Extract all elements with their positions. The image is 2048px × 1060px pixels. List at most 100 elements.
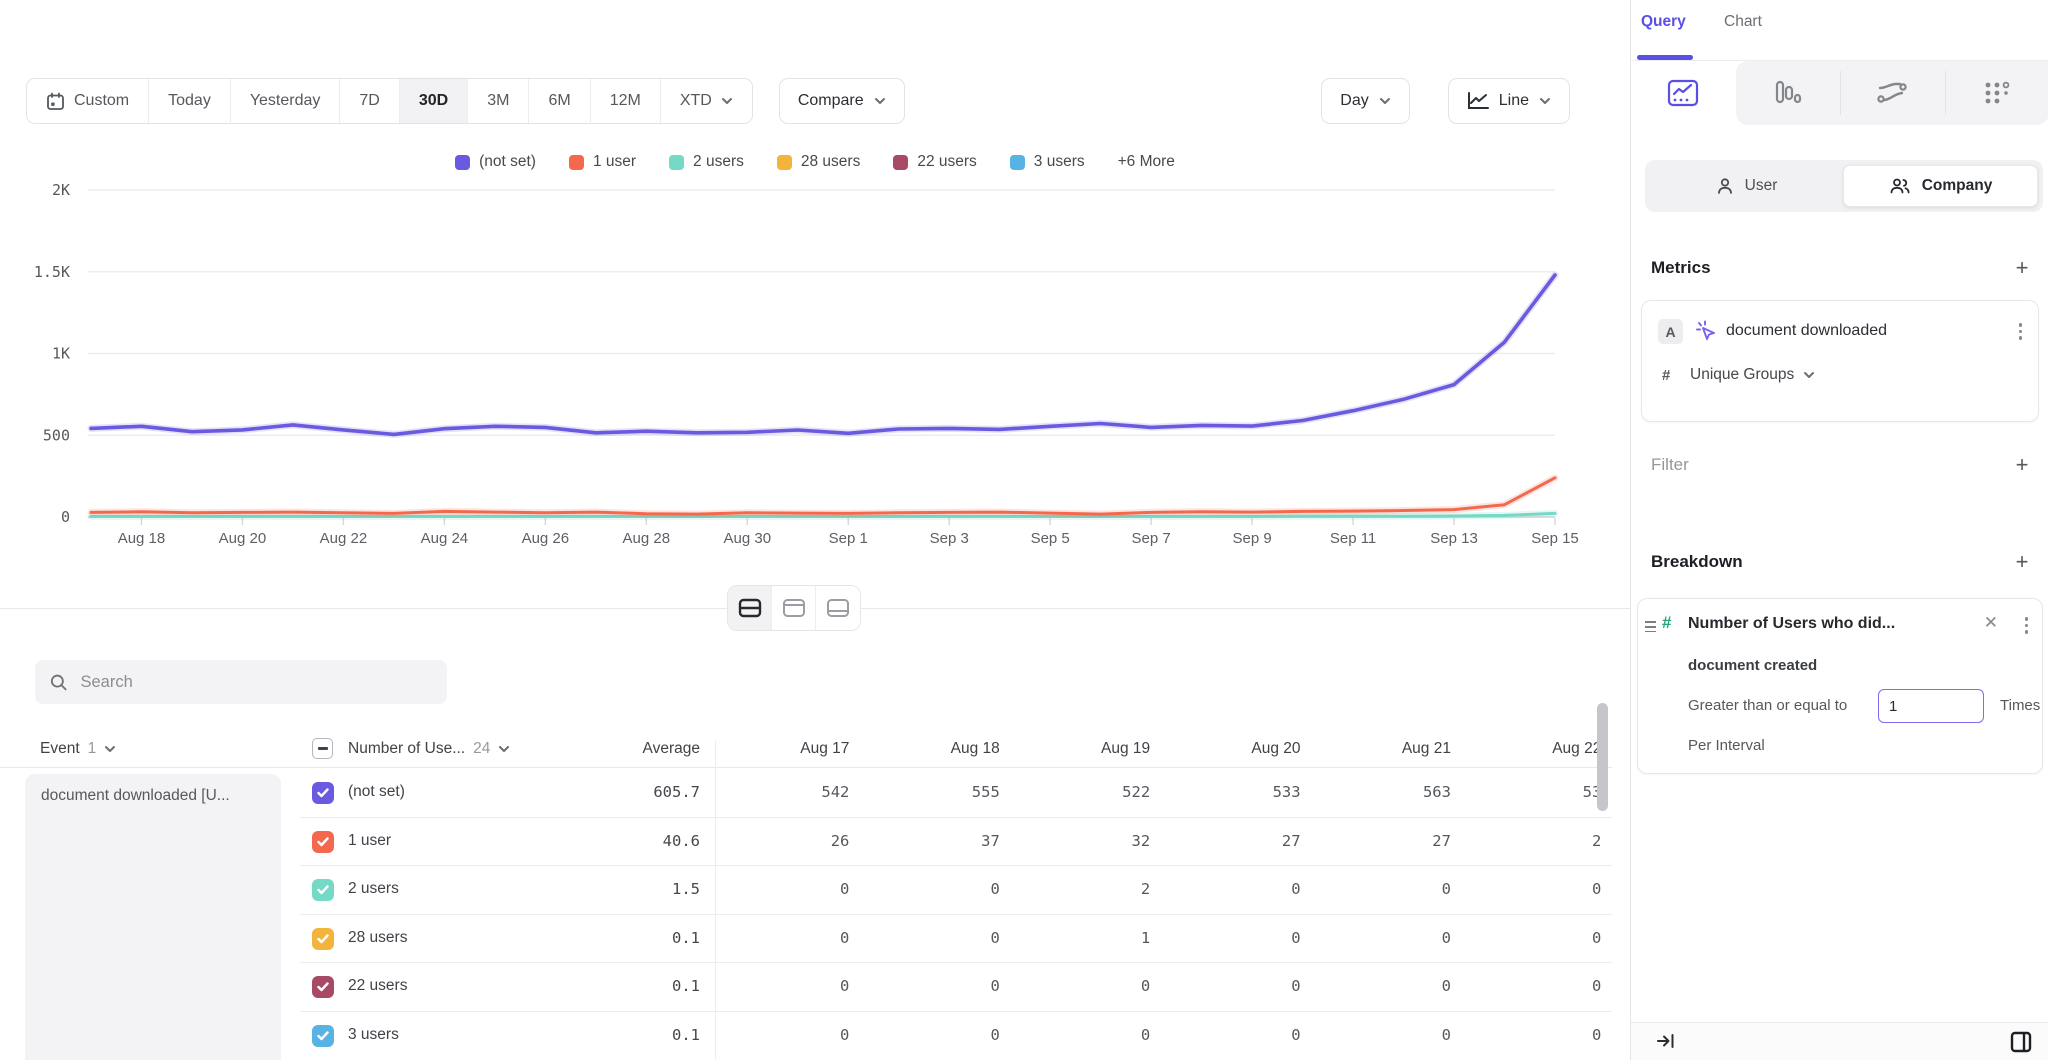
- series-value-cell: 0: [1016, 977, 1166, 995]
- add-metric-button[interactable]: +: [2010, 256, 2034, 280]
- chart-legend: (not set) 1 user 2 users 28 users 22 users 3 …: [0, 153, 1630, 171]
- legend-swatch: [669, 155, 684, 170]
- timeframe-xtd[interactable]: XTD: [661, 79, 752, 123]
- measure-label: Unique Groups: [1690, 366, 1794, 384]
- table-row[interactable]: 2 users1.5002000: [300, 866, 1612, 915]
- active-tab-underline: [1637, 55, 1693, 60]
- series-average: 0.1: [300, 977, 700, 995]
- side-panel-icon[interactable]: [2009, 1030, 2033, 1054]
- chart-toolbar: CustomTodayYesterday7D30D3M6M12MXTD Comp…: [26, 78, 1570, 124]
- metric-card[interactable]: A document downloaded # Unique Groups: [1641, 300, 2039, 422]
- timeframe-12m[interactable]: 12M: [591, 79, 661, 123]
- chart-type-button[interactable]: Line: [1448, 78, 1570, 124]
- legend-swatch: [569, 155, 584, 170]
- query-panel: Query Chart: [1630, 0, 2048, 1060]
- series-values: 54255552253356353: [715, 783, 1612, 801]
- legend-label: 22 users: [917, 153, 976, 171]
- timeframe-selector: CustomTodayYesterday7D30D3M6M12MXTD: [26, 78, 753, 124]
- series-values: 000000: [715, 977, 1612, 995]
- legend-swatch: [893, 155, 908, 170]
- timeframe-30d[interactable]: 30D: [400, 79, 468, 123]
- series-value-cell: 1: [1016, 929, 1166, 947]
- timeframe-today[interactable]: Today: [149, 79, 231, 123]
- legend-label: 2 users: [693, 153, 744, 171]
- legend-swatch: [455, 155, 470, 170]
- scope-company-label: Company: [1922, 177, 1993, 195]
- legend-item[interactable]: 22 users: [893, 153, 976, 171]
- legend-item[interactable]: 1 user: [569, 153, 636, 171]
- metric-event-name: document downloaded: [1726, 322, 1887, 340]
- timeframe-7d[interactable]: 7D: [340, 79, 399, 123]
- scope-company-segment[interactable]: Company: [1843, 165, 2038, 207]
- select-all-checkbox[interactable]: [312, 738, 333, 759]
- table-body: document downloaded [U... (not set)605.7…: [0, 769, 1612, 1060]
- breakdown-card[interactable]: # Number of Users who did... ✕ document …: [1637, 598, 2043, 774]
- average-column-header: Average: [460, 740, 700, 758]
- table-row[interactable]: 3 users0.1000000: [300, 1012, 1612, 1060]
- table-row[interactable]: 1 user40.626373227272: [300, 818, 1612, 867]
- event-name-cell[interactable]: document downloaded [U...: [25, 774, 281, 1060]
- table-row[interactable]: 28 users0.1001000: [300, 915, 1612, 964]
- series-value-cell: 0: [715, 880, 865, 898]
- analytics-page: 05001K1.5K2KAug 18Aug 20Aug 22Aug 24Aug …: [0, 0, 2048, 1060]
- compare-button[interactable]: Compare: [779, 78, 905, 124]
- event-click-icon: [1694, 319, 1718, 343]
- search-input[interactable]: [80, 673, 432, 692]
- hash-icon: #: [1662, 367, 1670, 384]
- date-column-headers: Aug 17Aug 18Aug 19Aug 20Aug 21Aug 22: [715, 740, 1612, 758]
- event-column-header[interactable]: Event 1: [40, 740, 116, 758]
- svg-text:Aug 18: Aug 18: [118, 530, 166, 547]
- series-value-cell: 0: [1166, 880, 1316, 898]
- collapse-panel-icon[interactable]: [1655, 1030, 1677, 1052]
- legend-item[interactable]: 2 users: [669, 153, 744, 171]
- svg-text:1.5K: 1.5K: [34, 263, 70, 281]
- legend-more[interactable]: +6 More: [1118, 153, 1175, 171]
- vertical-scrollbar[interactable]: [1597, 703, 1608, 811]
- legend-label: (not set): [479, 153, 536, 171]
- layout-split-button[interactable]: [728, 586, 772, 630]
- chart-type-grid-tab[interactable]: [1945, 61, 2048, 125]
- legend-label: 3 users: [1034, 153, 1085, 171]
- series-value-cell: 522: [1016, 783, 1166, 801]
- series-value-cell: 0: [1317, 977, 1467, 995]
- table-row[interactable]: (not set)605.754255552253356353: [300, 769, 1612, 818]
- svg-text:Aug 24: Aug 24: [421, 530, 469, 547]
- layout-chart-only-button[interactable]: [772, 586, 816, 630]
- series-average: 1.5: [300, 880, 700, 898]
- breakdown-kebab-menu[interactable]: [2025, 617, 2029, 634]
- timeframe-6m[interactable]: 6M: [529, 79, 590, 123]
- timeframe-3m[interactable]: 3M: [468, 79, 529, 123]
- tab-chart[interactable]: Chart: [1724, 13, 1762, 31]
- breakdown-per-label: Per Interval: [1688, 737, 1765, 754]
- breakdown-value-input[interactable]: [1878, 689, 1984, 723]
- chart-type-line-tab[interactable]: [1631, 61, 1736, 125]
- series-value-cell: 0: [1467, 929, 1612, 947]
- table-row[interactable]: 22 users0.1000000: [300, 963, 1612, 1012]
- drag-handle-icon[interactable]: [1645, 621, 1656, 632]
- scope-user-segment[interactable]: User: [1650, 165, 1843, 207]
- measure-dropdown[interactable]: Unique Groups: [1690, 366, 1815, 384]
- chart-type-flow-tab[interactable]: [1840, 61, 1945, 125]
- series-average: 605.7: [300, 783, 700, 801]
- add-breakdown-button[interactable]: +: [2010, 550, 2034, 574]
- svg-text:0: 0: [61, 508, 70, 526]
- breakdown-title: Number of Users who did...: [1688, 615, 1895, 633]
- legend-item[interactable]: (not set): [455, 153, 536, 171]
- legend-item[interactable]: 3 users: [1010, 153, 1085, 171]
- interval-button[interactable]: Day: [1321, 78, 1409, 124]
- tab-query[interactable]: Query: [1641, 13, 1686, 31]
- metric-kebab-menu[interactable]: [2019, 323, 2023, 340]
- legend-item[interactable]: 28 users: [777, 153, 860, 171]
- layout-table-only-button[interactable]: [816, 586, 860, 630]
- date-column-header: Aug 18: [865, 740, 1015, 758]
- series-header-label: Number of Use...: [348, 740, 465, 758]
- series-value-cell: 0: [1467, 1026, 1612, 1044]
- timeframe-custom[interactable]: Custom: [27, 79, 149, 123]
- chart-type-bar-tab[interactable]: [1736, 61, 1841, 125]
- series-value-cell: 37: [865, 832, 1015, 850]
- series-value-cell: 0: [1317, 1026, 1467, 1044]
- add-filter-button[interactable]: +: [2010, 453, 2034, 477]
- date-column-header: Aug 19: [1016, 740, 1166, 758]
- timeframe-yesterday[interactable]: Yesterday: [231, 79, 341, 123]
- close-icon[interactable]: ✕: [1984, 613, 1998, 633]
